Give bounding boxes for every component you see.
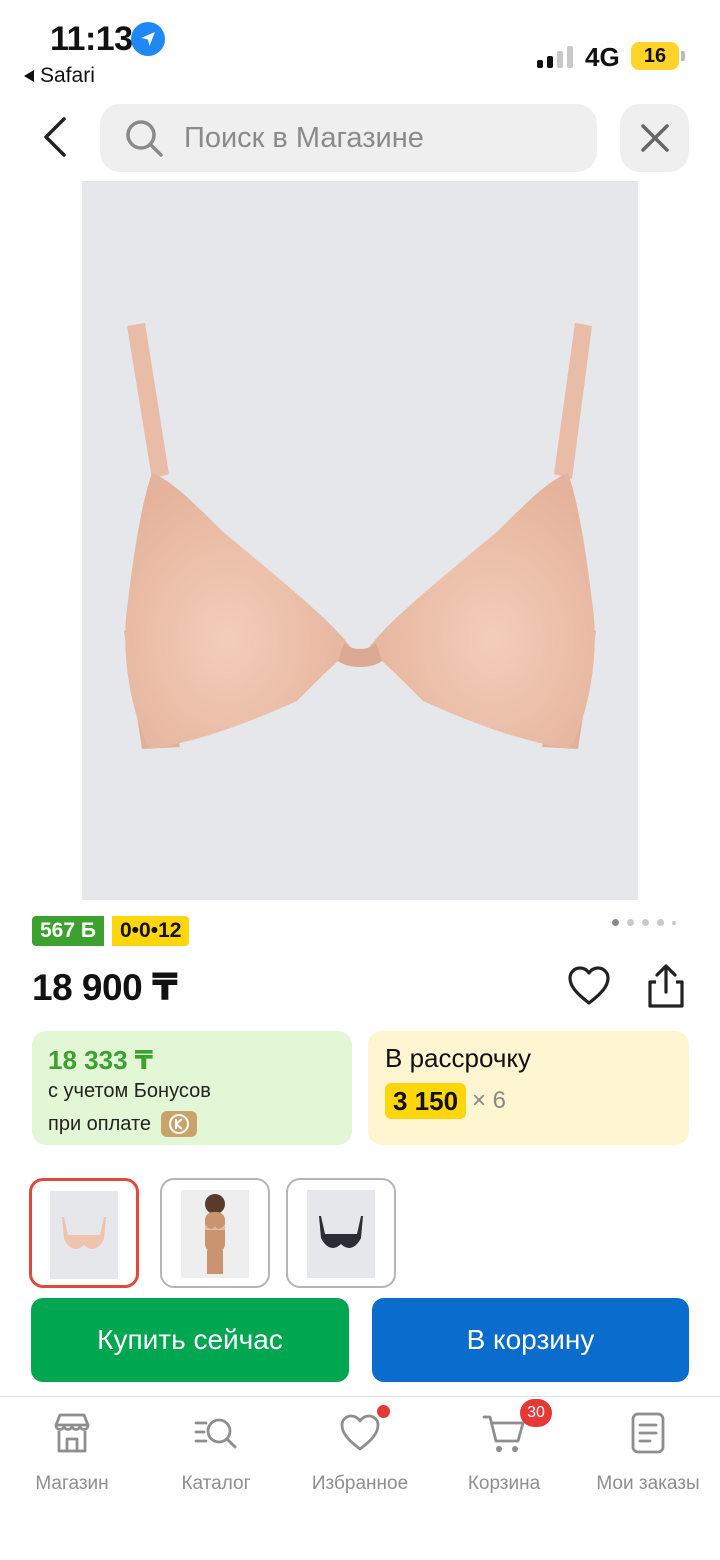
- tab-favorites[interactable]: Избранное: [288, 1405, 432, 1495]
- pager-dot: [627, 919, 634, 926]
- back-to-app-link[interactable]: Safari: [24, 64, 95, 88]
- tab-catalog[interactable]: Каталог: [144, 1411, 288, 1495]
- bonus-price-line2-row: при оплате: [48, 1111, 198, 1137]
- product-image[interactable]: [82, 181, 638, 900]
- battery-indicator: 16: [631, 42, 685, 70]
- back-app-label: Safari: [40, 64, 95, 87]
- installment-badge: 0•0•12: [112, 916, 190, 946]
- bottom-tab-bar: Магазин Каталог Избранное 30 Корзина Мои…: [0, 1396, 720, 1560]
- favorite-button[interactable]: [566, 963, 612, 1009]
- variant-image-black: [307, 1190, 375, 1278]
- bonus-price-amount: 18 333 ₸: [48, 1045, 153, 1075]
- installment-multiplier: × 6: [472, 1087, 507, 1114]
- bonus-price-line1: с учетом Бонусов: [48, 1080, 211, 1102]
- share-icon: [648, 964, 684, 1008]
- product-price: 18 900 ₸: [32, 967, 178, 1008]
- location-arrow-icon: [131, 22, 165, 56]
- bonus-badge: 567 Б: [32, 916, 104, 946]
- image-pager: [612, 919, 676, 926]
- tab-store[interactable]: Магазин: [0, 1411, 144, 1495]
- close-button[interactable]: [620, 104, 689, 172]
- cart-count-badge: 30: [520, 1399, 552, 1427]
- network-type: 4G: [585, 42, 620, 72]
- tab-orders[interactable]: Мои заказы: [576, 1411, 720, 1495]
- share-button[interactable]: [642, 962, 690, 1010]
- buy-now-button[interactable]: Купить сейчас: [31, 1298, 349, 1382]
- variant-thumb-black[interactable]: [286, 1178, 396, 1288]
- cart-icon-wrap: 30: [482, 1399, 552, 1455]
- favorites-icon-wrap: [338, 1405, 390, 1455]
- variant-thumb-beige[interactable]: [29, 1178, 139, 1288]
- pager-dot: [642, 919, 649, 926]
- bonus-price-line2: при оплате: [48, 1112, 152, 1135]
- installment-amount: 3 150: [385, 1083, 467, 1119]
- back-button[interactable]: [30, 112, 80, 162]
- variant-image-model: [181, 1190, 249, 1278]
- bonus-price-card[interactable]: 18 333 ₸ с учетом Бонусов при оплате: [32, 1031, 352, 1145]
- installment-title: В рассрочку: [385, 1043, 532, 1073]
- tab-label: Магазин: [35, 1473, 109, 1494]
- installment-card[interactable]: В рассрочку 3 150 × 6: [368, 1031, 689, 1145]
- search-input[interactable]: Поиск в Магазине: [100, 104, 597, 172]
- close-icon: [640, 124, 669, 152]
- cart-icon: [482, 1415, 525, 1452]
- status-time: 11:13: [50, 20, 133, 58]
- pager-dot: [612, 919, 619, 926]
- pager-dot: [672, 920, 676, 925]
- notification-dot: [377, 1405, 390, 1418]
- search-icon: [126, 120, 163, 157]
- tab-cart[interactable]: 30 Корзина: [432, 1399, 576, 1495]
- variant-image-beige: [50, 1191, 118, 1279]
- tab-label: Избранное: [311, 1473, 409, 1494]
- back-triangle-icon: [24, 70, 34, 82]
- search-placeholder: Поиск в Магазине: [184, 121, 424, 154]
- tab-label: Корзина: [467, 1473, 541, 1494]
- tab-label: Мои заказы: [596, 1473, 700, 1494]
- add-to-cart-button[interactable]: В корзину: [372, 1298, 689, 1382]
- cellular-signal-icon: [537, 44, 573, 68]
- catalog-search-icon: [194, 1418, 237, 1449]
- pager-dot: [657, 919, 664, 926]
- heart-icon: [568, 966, 610, 1005]
- kaspi-logo-icon: [161, 1111, 198, 1137]
- chevron-left-icon: [44, 117, 66, 157]
- heart-icon: [340, 1414, 380, 1451]
- store-icon: [54, 1413, 90, 1453]
- variant-thumb-model[interactable]: [160, 1178, 270, 1288]
- orders-icon: [631, 1412, 665, 1454]
- tab-label: Каталог: [181, 1473, 251, 1494]
- bra-illustration: [124, 323, 596, 749]
